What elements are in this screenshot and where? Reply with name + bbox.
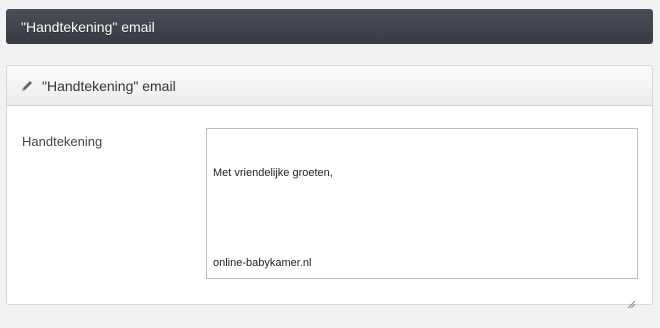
signature-field-label: Handtekening <box>22 134 103 149</box>
page-title: "Handtekening" email <box>21 18 155 35</box>
page-header-bar: "Handtekening" email <box>6 9 653 44</box>
panel-header: "Handtekening" email <box>7 66 652 106</box>
signature-line-1: Met vriendelijke groeten, <box>213 167 333 179</box>
resize-handle-icon[interactable] <box>627 268 636 309</box>
signature-panel: "Handtekening" email Handtekening Met vr… <box>6 65 653 309</box>
signature-line-2 <box>213 211 631 226</box>
signature-line-3: online-babykamer.nl <box>213 257 312 269</box>
panel-title: "Handtekening" email <box>42 77 176 94</box>
signature-textarea[interactable]: Met vriendelijke groeten, online-babykam… <box>206 128 638 309</box>
pencil-icon <box>20 79 34 93</box>
